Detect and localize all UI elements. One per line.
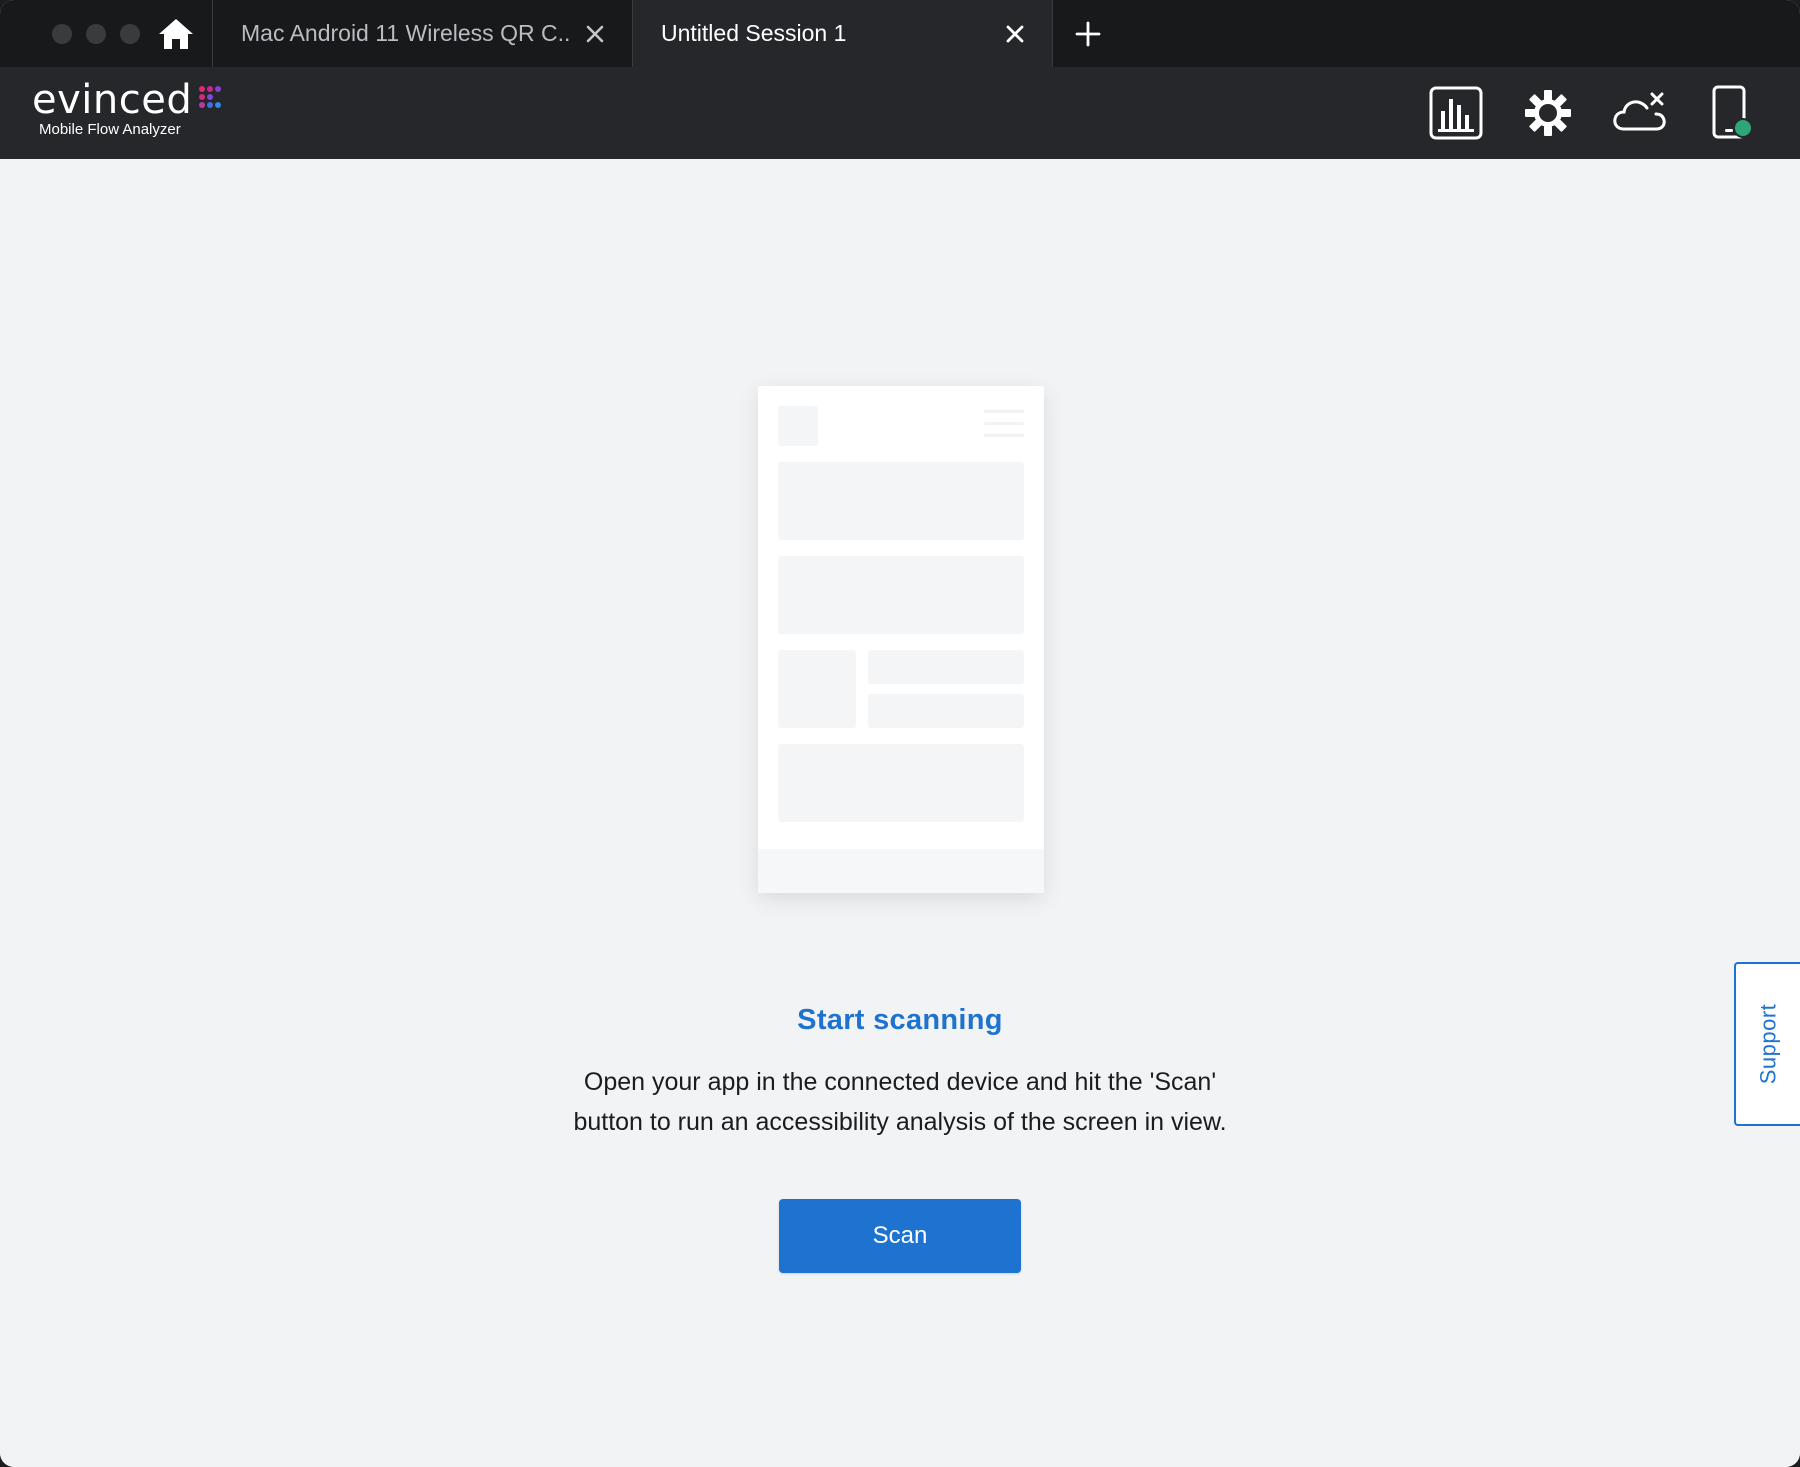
header-actions (1428, 85, 1760, 141)
tab-mac-android[interactable]: Mac Android 11 Wireless QR C... (213, 0, 633, 67)
app-header: evinced Mobile Flow Analyzer (0, 67, 1800, 159)
support-label: Support (1755, 1003, 1780, 1085)
description-line: Open your app in the connected device an… (583, 1068, 1217, 1096)
reports-button[interactable] (1428, 85, 1484, 141)
window-controls (0, 0, 140, 67)
bar-chart-icon (1429, 86, 1483, 140)
placeholder-card (778, 556, 1024, 634)
placeholder-avatar (778, 406, 818, 446)
app-window: Mac Android 11 Wireless QR C... Untitled… (0, 0, 1800, 1467)
placeholder-menu-line (984, 410, 1024, 413)
placeholder-card (778, 744, 1024, 822)
tab-close-button[interactable] (1004, 23, 1026, 45)
placeholder-menu-line (984, 422, 1024, 425)
close-icon (586, 25, 604, 42)
home-button[interactable] (140, 0, 213, 67)
new-tab-button[interactable] (1053, 0, 1123, 67)
cloud-x-icon (1613, 92, 1666, 131)
empty-state-description: Open your app in the connected device an… (500, 1062, 1300, 1142)
tab-label: Mac Android 11 Wireless QR C... (241, 20, 571, 46)
close-window-button[interactable] (52, 23, 72, 44)
device-status-button[interactable] (1704, 85, 1760, 141)
tab-close-button[interactable] (584, 23, 606, 45)
description-line: button to run an accessibility analysis … (573, 1108, 1227, 1136)
placeholder-card (778, 462, 1024, 540)
logo-text: evinced (32, 77, 193, 123)
plus-icon (1075, 21, 1101, 46)
gear-icon (1525, 90, 1571, 136)
main-content: Start scanning Open your app in the conn… (0, 159, 1800, 1467)
support-tab-button[interactable]: Support (1734, 962, 1800, 1126)
cloud-status-button[interactable] (1612, 85, 1668, 141)
logo-subtitle: Mobile Flow Analyzer (39, 121, 181, 138)
tab-label: Untitled Session 1 (661, 20, 847, 46)
placeholder-menu-line (984, 434, 1024, 437)
evinced-logo: evinced Mobile Flow Analyzer (32, 77, 221, 139)
minimize-window-button[interactable] (86, 23, 106, 44)
placeholder-footer (758, 849, 1044, 893)
tab-bar: Mac Android 11 Wireless QR C... Untitled… (0, 0, 1800, 67)
phone-status-icon (1712, 85, 1753, 139)
phone-placeholder-illustration (758, 386, 1044, 893)
home-icon (159, 18, 193, 49)
placeholder-row (868, 694, 1024, 728)
logo-dots-icon (199, 86, 221, 108)
scan-button[interactable]: Scan (779, 1199, 1021, 1273)
empty-state-title: Start scanning (797, 1004, 1003, 1036)
zoom-window-button[interactable] (120, 23, 140, 44)
placeholder-row (868, 650, 1024, 684)
settings-button[interactable] (1520, 85, 1576, 141)
placeholder-thumb (778, 650, 856, 728)
close-icon (1006, 25, 1024, 42)
tab-untitled-session[interactable]: Untitled Session 1 (633, 0, 1053, 67)
